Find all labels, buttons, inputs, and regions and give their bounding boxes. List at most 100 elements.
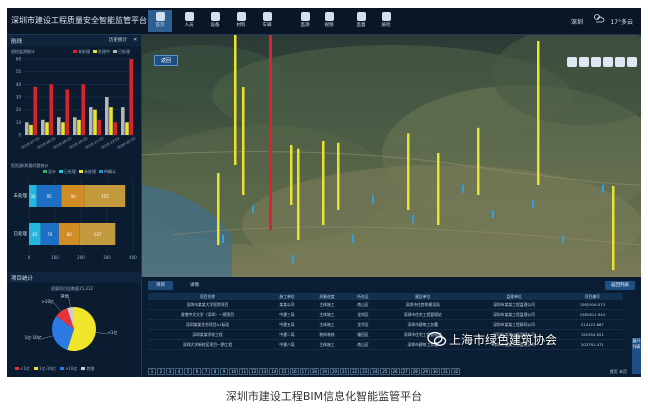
collapse-panel-button[interactable]: « <box>133 36 137 43</box>
page-number[interactable]: 12 <box>249 368 259 375</box>
column-header[interactable]: 项目编号 <box>561 293 623 300</box>
page-number[interactable]: 11 <box>239 368 249 375</box>
page-number[interactable]: 15 <box>279 368 289 375</box>
page-number[interactable]: 29 <box>420 368 430 375</box>
y-tick-label: 60 <box>16 57 22 62</box>
zoom-icon[interactable] <box>567 57 577 67</box>
nav-item-inspection[interactable]: 质检 <box>374 10 398 32</box>
nav-label: 监测 <box>300 23 310 28</box>
page-number[interactable]: 26 <box>390 368 400 375</box>
column-header[interactable]: 监理单位 <box>466 293 562 300</box>
page-number[interactable]: 2 <box>157 368 165 375</box>
hbar-value-label: 45 <box>32 232 38 237</box>
page-number[interactable]: 14 <box>269 368 279 375</box>
measure-icon[interactable] <box>603 57 613 67</box>
column-header[interactable]: 项目名称 <box>148 293 268 300</box>
pie-leader-line <box>68 297 71 308</box>
nav-item-device[interactable]: 设备 <box>203 10 227 32</box>
page-number[interactable]: 13 <box>259 368 269 375</box>
table-cell: 1562916.573 <box>561 300 623 310</box>
page-number[interactable]: 10 <box>229 368 239 375</box>
history-stats-link[interactable]: 历史统计 <box>109 37 127 43</box>
page-number[interactable]: 32 <box>451 368 461 375</box>
page-number[interactable]: 30 <box>430 368 440 375</box>
project-height-bar-yellow <box>234 35 237 165</box>
back-to-list-button[interactable]: 返回列表 <box>605 281 635 290</box>
bar-未处理 <box>49 84 53 135</box>
hazard-hbar-chart: 0 100 200 300 400 未处理 30 95 90 155 已处理 45 70 80 137 <box>14 179 137 260</box>
hbar-value-label: 80 <box>67 232 73 237</box>
table-cell: 深圳市建筑工务署 <box>379 319 467 330</box>
table-row[interactable]: 深圳某某住宅项目A1标段 中建五局 主体施工 龙华区 深圳市建筑工务署 深圳市某某工程顾问… <box>148 319 623 330</box>
page-number[interactable]: 7 <box>202 368 210 375</box>
column-header[interactable]: 所在区 <box>346 293 379 300</box>
pie-legend-item: 1亿-10亿 <box>33 366 56 371</box>
page-number[interactable]: 8 <box>211 368 219 375</box>
expand-list-button[interactable]: 展开列表 <box>632 338 641 374</box>
y-tick-label: 0 <box>18 133 21 138</box>
page-number[interactable]: 16 <box>289 368 299 375</box>
nav-item-home[interactable]: 首页 <box>148 10 172 32</box>
y-tick-label: 10 <box>16 120 22 125</box>
pie-legend-item: 其他 <box>81 366 94 371</box>
page-number[interactable]: 1 <box>148 368 156 375</box>
home-view-icon[interactable] <box>579 57 589 67</box>
page-number[interactable]: 22 <box>350 368 360 375</box>
page-number[interactable]: 4 <box>175 368 183 375</box>
nav-item-supervise[interactable]: 监督 <box>349 10 373 32</box>
nav-item-video[interactable]: 视频 <box>317 10 341 32</box>
page-number[interactable]: 31 <box>440 368 451 375</box>
table-cell: 中建三局 <box>267 309 307 320</box>
bar-处理中 <box>93 109 97 135</box>
pie-label: 其他 <box>61 293 69 298</box>
page-number[interactable]: 21 <box>340 368 350 375</box>
page-number[interactable]: 5 <box>184 368 192 375</box>
tab-details[interactable]: 详情 <box>182 281 207 290</box>
project-marker-blue <box>562 235 564 243</box>
table-cell: 深圳市某某工程顾问公司 <box>466 319 562 330</box>
page-number[interactable]: 17 <box>299 368 309 375</box>
table-row[interactable]: 深圳市某某大学医院项目 某某公司 主体施工 南山区 深圳市住房和建设局 深圳市某某工程监理… <box>148 300 623 310</box>
nav-item-material[interactable]: 材料 <box>229 10 253 32</box>
settings-icon[interactable] <box>627 57 637 67</box>
page-number[interactable]: 19 <box>319 368 329 375</box>
project-pie-chart: <1亿 1亿-10亿 >10亿 其他 <box>25 293 117 351</box>
top-bar: 深圳市建设工程质量安全智能监管平台 首页 人员 设备 材料 车辆 监测 视频 监督 质检 深圳 … <box>7 8 641 35</box>
tab-projects[interactable]: 项目 <box>148 281 173 290</box>
page-number[interactable]: 3 <box>166 368 174 375</box>
map-back-button[interactable]: 返回 <box>154 55 179 66</box>
project-marker-blue <box>492 210 494 218</box>
layer-icon[interactable] <box>591 57 601 67</box>
page-number[interactable]: 9 <box>220 368 228 375</box>
bar-处理中 <box>61 122 65 135</box>
column-header[interactable]: 施工单位 <box>267 293 307 300</box>
home-icon <box>155 12 165 21</box>
page-number[interactable]: 24 <box>370 368 380 375</box>
nav-item-person[interactable]: 人员 <box>177 10 201 32</box>
material-icon <box>236 12 246 21</box>
bar-处理中 <box>45 122 49 135</box>
page-number[interactable]: 6 <box>193 368 201 375</box>
nav-item-vehicle[interactable]: 车辆 <box>255 10 279 32</box>
nav-item-monitor[interactable]: 监测 <box>293 10 317 32</box>
table-row[interactable]: 香港中文大学（深圳）一期项目 中建三局 主体施工 龙岗区 深圳市住宅工程管理站 深圳市某某… <box>148 309 623 320</box>
pager-first-last[interactable]: 首页 末页 <box>610 369 627 375</box>
page-number[interactable]: 28 <box>410 368 420 375</box>
fullscreen-icon[interactable] <box>615 57 625 67</box>
column-header[interactable]: 形象进度 <box>307 293 347 300</box>
table-cell: 中建八局 <box>267 339 307 350</box>
table-cell: 深圳市某某大学医院项目 <box>148 300 268 310</box>
nav-label: 质检 <box>381 23 391 28</box>
column-header[interactable]: 建设单位 <box>379 293 467 300</box>
pie-leader-line <box>95 332 108 335</box>
nav-label: 人员 <box>184 23 194 28</box>
page-number[interactable]: 23 <box>360 368 370 375</box>
page-number[interactable]: 20 <box>329 368 340 375</box>
page-number[interactable]: 25 <box>380 368 390 375</box>
project-height-bar-yellow <box>537 41 540 185</box>
page-number[interactable]: 27 <box>400 368 410 375</box>
x-tick-label: 400 <box>129 255 137 260</box>
map-3d-view[interactable]: 返回 <box>142 35 641 277</box>
page-number[interactable]: 18 <box>309 368 319 375</box>
table-cell: 龙岗区 <box>346 309 379 320</box>
